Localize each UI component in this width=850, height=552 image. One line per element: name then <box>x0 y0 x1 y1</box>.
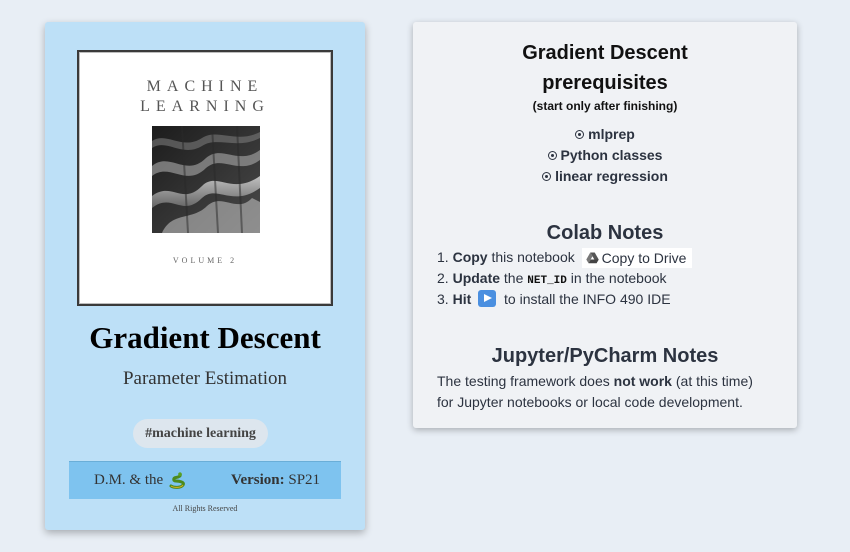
step-keyword: Update <box>452 270 501 286</box>
cover-title-line1: MACHINE <box>146 78 264 95</box>
cover-artwork <box>152 126 260 233</box>
jupyter-line2: for Jupyter notebooks or local code deve… <box>437 394 743 410</box>
prereq-list: mlprep Python classes linear regression <box>413 124 797 187</box>
copy-to-drive-label: Copy to Drive <box>601 250 687 266</box>
colab-steps-list: 1. Copy this notebook Copy to Drive 2. U… <box>437 247 693 310</box>
jupyter-line1: The testing framework does not work (at … <box>437 371 753 392</box>
prereq-item[interactable]: Python classes <box>413 145 797 166</box>
book-title: Gradient Descent <box>89 320 321 355</box>
step-text: the <box>503 270 524 286</box>
jupyter-notes-text: The testing framework does not work (at … <box>437 371 753 413</box>
book-card: MACHINE LEARNING VOLUME 2 Gradient Desce <box>45 22 365 530</box>
radio-dot-icon <box>547 151 557 160</box>
topic-tag[interactable]: #machine learning <box>133 419 268 448</box>
colab-step-hit: 3. Hit to install the INFO 490 IDE <box>437 289 692 310</box>
play-button-icon[interactable] <box>478 290 497 307</box>
prereq-item-label: Python classes <box>560 147 663 163</box>
step-text: to install the INFO 490 IDE <box>504 291 671 307</box>
rights-notice: All Rights Reserved <box>172 504 238 513</box>
version-info: Version: SP21 <box>231 472 320 489</box>
step-keyword: Hit <box>452 291 472 307</box>
info-card: Gradient Descent prerequisites (start on… <box>413 22 797 428</box>
step-text: in the notebook <box>570 270 667 286</box>
step-number: 3. <box>437 291 449 307</box>
jupyter-text: The testing framework does <box>437 373 610 389</box>
book-cover: MACHINE LEARNING VOLUME 2 <box>77 50 333 306</box>
author-text: D.M. & the <box>94 472 164 488</box>
author-credit: D.M. & the <box>94 472 186 489</box>
version-value: SP21 <box>288 472 321 488</box>
cover-volume: VOLUME 2 <box>172 256 238 265</box>
copy-to-drive-button[interactable]: Copy to Drive <box>581 248 693 268</box>
book-subtitle: Parameter Estimation <box>122 368 288 389</box>
step-keyword: Copy <box>452 249 488 265</box>
jupyter-notes-title: Jupyter/PyCharm Notes <box>491 345 719 367</box>
step-number: 1. <box>437 249 449 265</box>
prereq-item[interactable]: mlprep <box>413 124 797 145</box>
prereq-title-line2: prerequisites <box>542 72 668 94</box>
google-drive-icon <box>585 252 599 264</box>
radio-dot-icon <box>542 172 552 181</box>
colab-step-copy: 1. Copy this notebook Copy to Drive <box>437 247 693 268</box>
cover-title-line2: LEARNING <box>140 98 270 115</box>
radio-dot-icon <box>575 130 585 139</box>
book-footer-bar: D.M. & the Version: SP21 <box>69 461 341 499</box>
prereq-title-line1: Gradient Descent <box>522 42 688 64</box>
step-number: 2. <box>437 270 449 286</box>
version-label: Version: <box>231 472 285 488</box>
jupyter-emphasis: not work <box>613 373 672 389</box>
colab-step-update: 2. Update the NET_ID in the notebook <box>437 268 692 289</box>
prereq-note: (start only after finishing) <box>532 99 678 113</box>
prereq-item-label: linear regression <box>555 168 668 184</box>
snake-emoji-icon <box>169 472 185 489</box>
prereq-item[interactable]: linear regression <box>413 166 797 187</box>
colab-notes-title: Colab Notes <box>546 222 664 244</box>
step-text: this notebook <box>491 249 575 265</box>
net-id-code: NET_ID <box>527 275 567 287</box>
prereq-item-label: mlprep <box>588 126 635 142</box>
jupyter-text: (at this time) <box>675 373 753 389</box>
